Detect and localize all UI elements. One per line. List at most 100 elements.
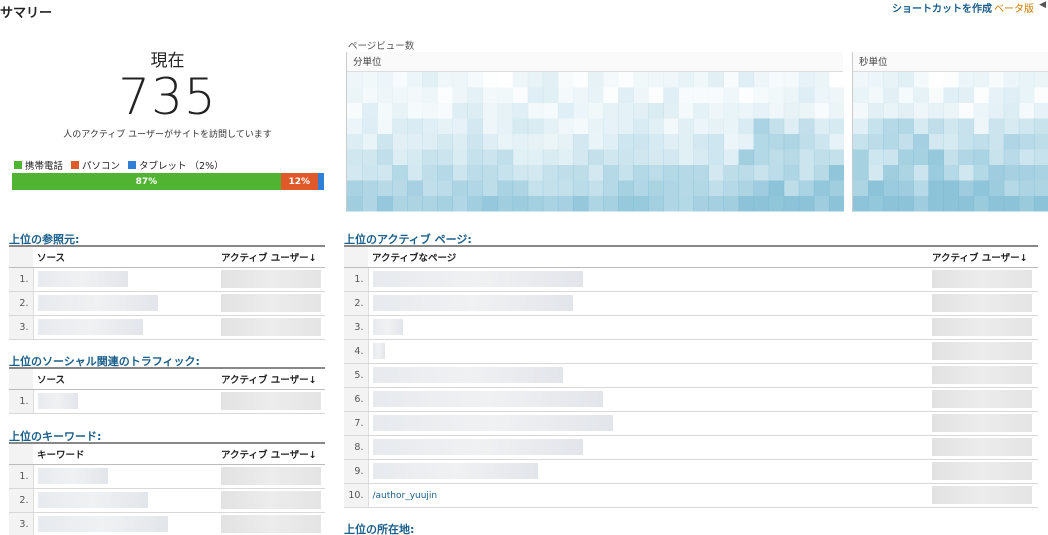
users-col-header[interactable]: アクティブ ユーザー↓ <box>217 367 325 390</box>
heat-cell <box>723 72 740 88</box>
heat-cell <box>708 180 725 196</box>
heat-cell <box>958 149 975 165</box>
users-col-header[interactable]: アクティブ ユーザー↓ <box>217 442 325 465</box>
view-icon[interactable]: ◀ <box>1039 0 1046 10</box>
heat-cell <box>1003 180 1020 196</box>
users-col-header[interactable]: アクティブ ユーザー↓ <box>928 245 1038 268</box>
heat-cell <box>868 165 884 181</box>
heat-cell <box>572 87 589 103</box>
heat-cell <box>497 165 514 181</box>
heat-cell <box>738 118 755 134</box>
table-row[interactable]: 6. <box>344 387 1038 412</box>
heat-cell <box>798 87 815 103</box>
table-row[interactable]: 7. <box>344 411 1038 436</box>
table-row[interactable]: 2. <box>344 291 1038 316</box>
heat-cell <box>407 165 423 181</box>
heat-cell <box>663 87 679 103</box>
heat-cell <box>853 134 869 150</box>
tablet-swatch-icon <box>128 161 137 169</box>
index-header <box>9 245 33 268</box>
heat-cell <box>973 72 990 88</box>
table-row[interactable]: 3. <box>344 315 1038 340</box>
heat-cell <box>377 72 393 88</box>
heat-cell <box>753 165 770 181</box>
heat-cell <box>828 196 844 212</box>
heat-cell <box>572 103 589 119</box>
heat-cell <box>883 134 899 150</box>
users-col-header[interactable]: アクティブ ユーザー↓ <box>217 245 325 268</box>
heat-cell <box>437 103 453 119</box>
heat-cell <box>347 103 363 119</box>
heat-cell <box>618 149 634 165</box>
top-locations-title[interactable]: 上位の所在地: <box>344 521 414 535</box>
table-row[interactable]: 9. <box>344 459 1038 484</box>
heat-cell <box>958 196 975 212</box>
heat-cell <box>572 165 589 181</box>
legend-desktop: パソコン <box>71 158 120 172</box>
heat-cell <box>723 134 740 150</box>
heat-cell <box>798 149 815 165</box>
heat-cell <box>813 118 830 134</box>
heat-cell <box>898 149 914 165</box>
table-row[interactable]: 1. <box>9 464 325 489</box>
heat-cell <box>768 103 785 119</box>
heat-cell <box>988 103 1005 119</box>
heat-cell <box>542 87 559 103</box>
heat-cell <box>512 103 529 119</box>
table-row[interactable]: 3. <box>9 512 325 535</box>
table-row[interactable]: 4. <box>344 339 1038 364</box>
heat-cell <box>943 180 960 196</box>
heat-cell <box>783 180 800 196</box>
heat-cell <box>753 118 770 134</box>
table-row[interactable]: 2. <box>9 488 325 513</box>
table-row[interactable]: 3. <box>9 315 325 340</box>
heat-cell <box>868 196 884 212</box>
heat-cell <box>422 180 438 196</box>
heat-cell <box>973 118 990 134</box>
heat-cell <box>1003 134 1020 150</box>
heat-cell <box>362 103 378 119</box>
heat-cell <box>913 103 929 119</box>
table-row[interactable]: 1. <box>344 267 1038 292</box>
table-row[interactable]: 5. <box>344 363 1038 388</box>
table-row[interactable]: 8. <box>344 435 1038 460</box>
referrers-table: ソース アクティブ ユーザー↓ 1. 2. 3. <box>9 245 325 340</box>
heat-cell <box>723 196 740 212</box>
heat-cell <box>1003 72 1020 88</box>
heat-cell <box>813 72 830 88</box>
heat-cell <box>512 196 529 212</box>
heat-cell <box>542 103 559 119</box>
heat-cell <box>913 196 929 212</box>
heat-cell <box>753 134 770 150</box>
heat-cell <box>883 149 899 165</box>
heat-cell <box>738 180 755 196</box>
heat-cell <box>467 118 484 134</box>
heat-cell <box>853 180 869 196</box>
table-row[interactable]: 2. <box>9 291 325 316</box>
heat-cell <box>377 134 393 150</box>
heat-cell <box>829 72 844 88</box>
heat-cell <box>723 165 740 181</box>
heat-cell <box>973 149 990 165</box>
table-row[interactable]: 10./author_yuujin <box>344 483 1038 508</box>
heat-cell <box>362 165 378 181</box>
heat-cell <box>557 180 574 196</box>
table-row[interactable]: 1. <box>9 267 325 292</box>
heat-cell <box>828 103 844 119</box>
heat-cell <box>663 149 679 165</box>
heat-cell <box>708 118 725 134</box>
heat-cell <box>1003 87 1020 103</box>
heat-cell <box>377 118 393 134</box>
page-link[interactable]: /author_yuujin <box>373 491 438 501</box>
heat-cell <box>482 165 499 181</box>
heat-cell <box>798 196 815 212</box>
create-shortcut-link[interactable]: ショートカットを作成 <box>892 4 992 15</box>
heat-cell <box>557 118 574 134</box>
table-row[interactable]: 1. <box>9 389 325 414</box>
heat-cell <box>943 134 960 150</box>
heat-cell <box>482 180 499 196</box>
heat-cell <box>883 180 899 196</box>
heat-cell <box>362 87 378 103</box>
heat-cell <box>618 196 634 212</box>
heat-cell <box>693 87 709 103</box>
